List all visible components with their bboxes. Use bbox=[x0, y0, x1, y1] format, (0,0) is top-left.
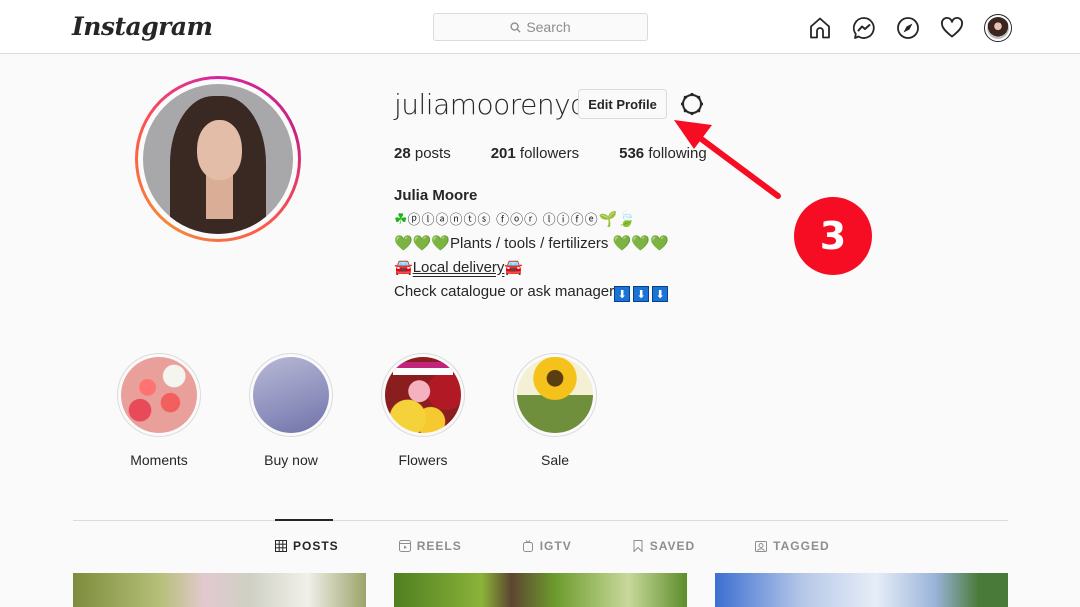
story-highlights: Moments Buy now Flowers Sale bbox=[117, 353, 645, 468]
igtv-icon bbox=[522, 540, 533, 552]
following-count[interactable]: 536 following bbox=[619, 145, 707, 162]
highlight-cover-image bbox=[385, 357, 461, 433]
profile-avatar[interactable] bbox=[135, 76, 301, 242]
highlight-label: Buy now bbox=[264, 452, 318, 468]
tab-saved[interactable]: SAVED bbox=[632, 539, 695, 553]
search-placeholder: Search bbox=[526, 19, 571, 35]
top-navigation-bar: Instagram Search bbox=[0, 0, 1080, 54]
search-input[interactable]: Search bbox=[433, 13, 648, 41]
instagram-logo[interactable]: Instagram bbox=[72, 12, 213, 41]
green-hearts-icon: 💚💚💚 bbox=[394, 235, 451, 252]
activity-heart-icon[interactable] bbox=[940, 16, 964, 40]
settings-gear-icon[interactable] bbox=[679, 91, 705, 117]
tabs-divider bbox=[73, 520, 1008, 521]
seedling-leaf-icon: 🌱🍃 bbox=[598, 211, 637, 228]
highlight-label: Flowers bbox=[398, 452, 448, 468]
bio-line-2: 💚💚💚Plants / tools / fertilizers 💚💚💚 bbox=[394, 235, 669, 252]
step-number-badge: 3 bbox=[794, 197, 872, 275]
tagged-icon bbox=[755, 541, 768, 552]
highlight-label: Moments bbox=[130, 452, 188, 468]
profile-full-name: Julia Moore bbox=[394, 187, 478, 204]
tab-igtv[interactable]: IGTV bbox=[522, 539, 572, 553]
profile-photo bbox=[143, 84, 293, 234]
bio-line-3: 🚘Local delivery🚘 bbox=[394, 256, 671, 280]
green-hearts-icon: 💚💚💚 bbox=[612, 235, 669, 252]
profile-bio: Julia Moore ☘ⓟⓛⓐⓝⓣⓢ ⓕⓞⓡ ⓛⓘⓕⓔ🌱🍃 💚💚💚Plants… bbox=[394, 184, 671, 304]
highlight-sale[interactable]: Sale bbox=[513, 353, 597, 468]
highlight-buy-now[interactable]: Buy now bbox=[249, 353, 333, 468]
down-arrow-icon: ⬇ bbox=[633, 286, 650, 302]
tab-tagged[interactable]: TAGGED bbox=[755, 539, 829, 553]
tab-reels[interactable]: REELS bbox=[398, 539, 462, 553]
highlight-label: Sale bbox=[540, 452, 570, 468]
profile-stats: 28 posts 201 followers 536 following bbox=[394, 145, 747, 162]
bookmark-icon bbox=[633, 540, 643, 552]
tab-posts[interactable]: POSTS bbox=[275, 539, 339, 553]
down-arrow-icon: ⬇ bbox=[652, 286, 669, 302]
profile-username: juliamoorenyc bbox=[394, 88, 586, 121]
shamrock-icon: ☘ bbox=[394, 211, 408, 228]
highlight-cover-image bbox=[121, 357, 197, 433]
messenger-icon[interactable] bbox=[852, 16, 876, 40]
posts-grid bbox=[73, 573, 1008, 607]
highlight-cover-image bbox=[517, 357, 593, 433]
nav-icons bbox=[808, 14, 1012, 42]
post-thumbnail[interactable] bbox=[73, 573, 366, 607]
followers-count[interactable]: 201 followers bbox=[491, 145, 579, 162]
profile-tabs: POSTS REELS IGTV SAVED TAGGED bbox=[275, 539, 890, 553]
bio-line-4: Check catalogue or ask manager ⬇ ⬇ ⬇ bbox=[394, 280, 671, 304]
bio-line-1: ☘ⓟⓛⓐⓝⓣⓢ ⓕⓞⓡ ⓛⓘⓕⓔ🌱🍃 bbox=[394, 211, 637, 228]
post-thumbnail[interactable] bbox=[394, 573, 687, 607]
search-icon bbox=[510, 21, 521, 33]
avatar-image bbox=[987, 17, 1009, 39]
car-icon: 🚘 bbox=[504, 259, 524, 276]
post-thumbnail[interactable] bbox=[715, 573, 1008, 607]
explore-icon[interactable] bbox=[896, 16, 920, 40]
highlight-moments[interactable]: Moments bbox=[117, 353, 201, 468]
car-icon: 🚘 bbox=[394, 259, 413, 276]
highlight-flowers[interactable]: Flowers bbox=[381, 353, 465, 468]
posts-count: 28 posts bbox=[394, 145, 451, 162]
local-delivery-link[interactable]: Local delivery bbox=[413, 259, 505, 276]
home-icon[interactable] bbox=[808, 16, 832, 40]
profile-avatar-nav[interactable] bbox=[984, 14, 1012, 42]
edit-profile-button[interactable]: Edit Profile bbox=[578, 89, 667, 119]
grid-icon bbox=[275, 540, 287, 552]
active-tab-indicator bbox=[275, 519, 333, 521]
highlight-cover-image bbox=[253, 357, 329, 433]
reels-icon bbox=[398, 540, 411, 552]
down-arrow-icon: ⬇ bbox=[614, 286, 631, 302]
